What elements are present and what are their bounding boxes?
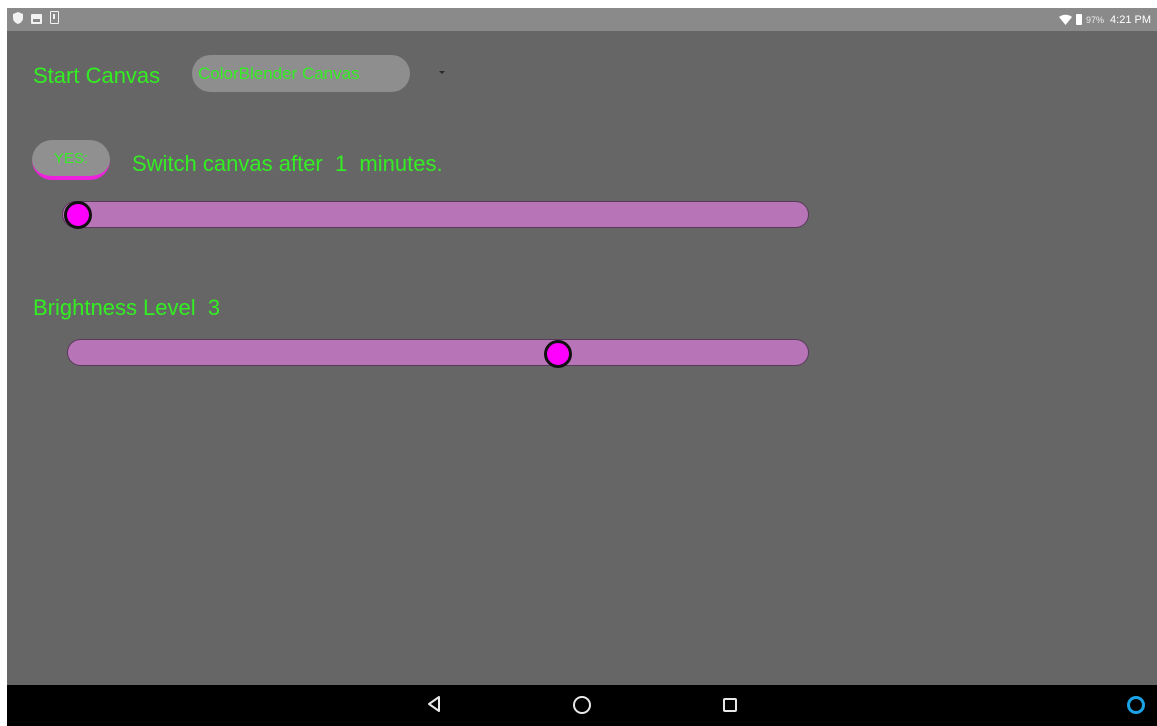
switch-minutes-slider[interactable] [62,201,809,228]
navigation-bar [7,685,1157,726]
start-canvas-value: ColorBlender Canvas [198,64,360,83]
app-screen: 97% 4:21 PM Start Canvas ColorBlender Ca… [7,8,1157,726]
dropdown-arrow-icon[interactable] [439,71,445,74]
battery-icon [1076,14,1083,25]
switch-canvas-text: Switch canvas after 1 minutes. [132,151,443,176]
start-canvas-label: Start Canvas [33,63,161,88]
recents-icon[interactable] [723,698,737,712]
home-icon[interactable] [573,696,591,714]
switch-canvas-toggle[interactable]: YES: [32,140,110,180]
status-bar-right: 97% 4:21 PM [1059,11,1151,28]
start-canvas-dropdown[interactable]: ColorBlender Canvas [192,55,410,92]
alexa-icon[interactable] [1127,696,1145,714]
wifi-icon [1059,14,1073,25]
brightness-slider-thumb[interactable] [544,340,572,368]
switch-canvas-toggle-label: YES: [53,150,89,167]
download-icon [50,11,59,24]
battery-percent: 97% [1086,14,1105,25]
status-bar: 97% 4:21 PM [7,8,1157,31]
shield-icon [13,12,23,24]
switch-minutes-slider-thumb[interactable] [64,201,92,229]
image-icon [31,14,42,24]
brightness-slider[interactable] [67,339,809,366]
brightness-label: Brightness Level 3 [33,295,221,320]
back-icon[interactable] [426,695,442,713]
clock: 4:21 PM [1110,13,1151,26]
